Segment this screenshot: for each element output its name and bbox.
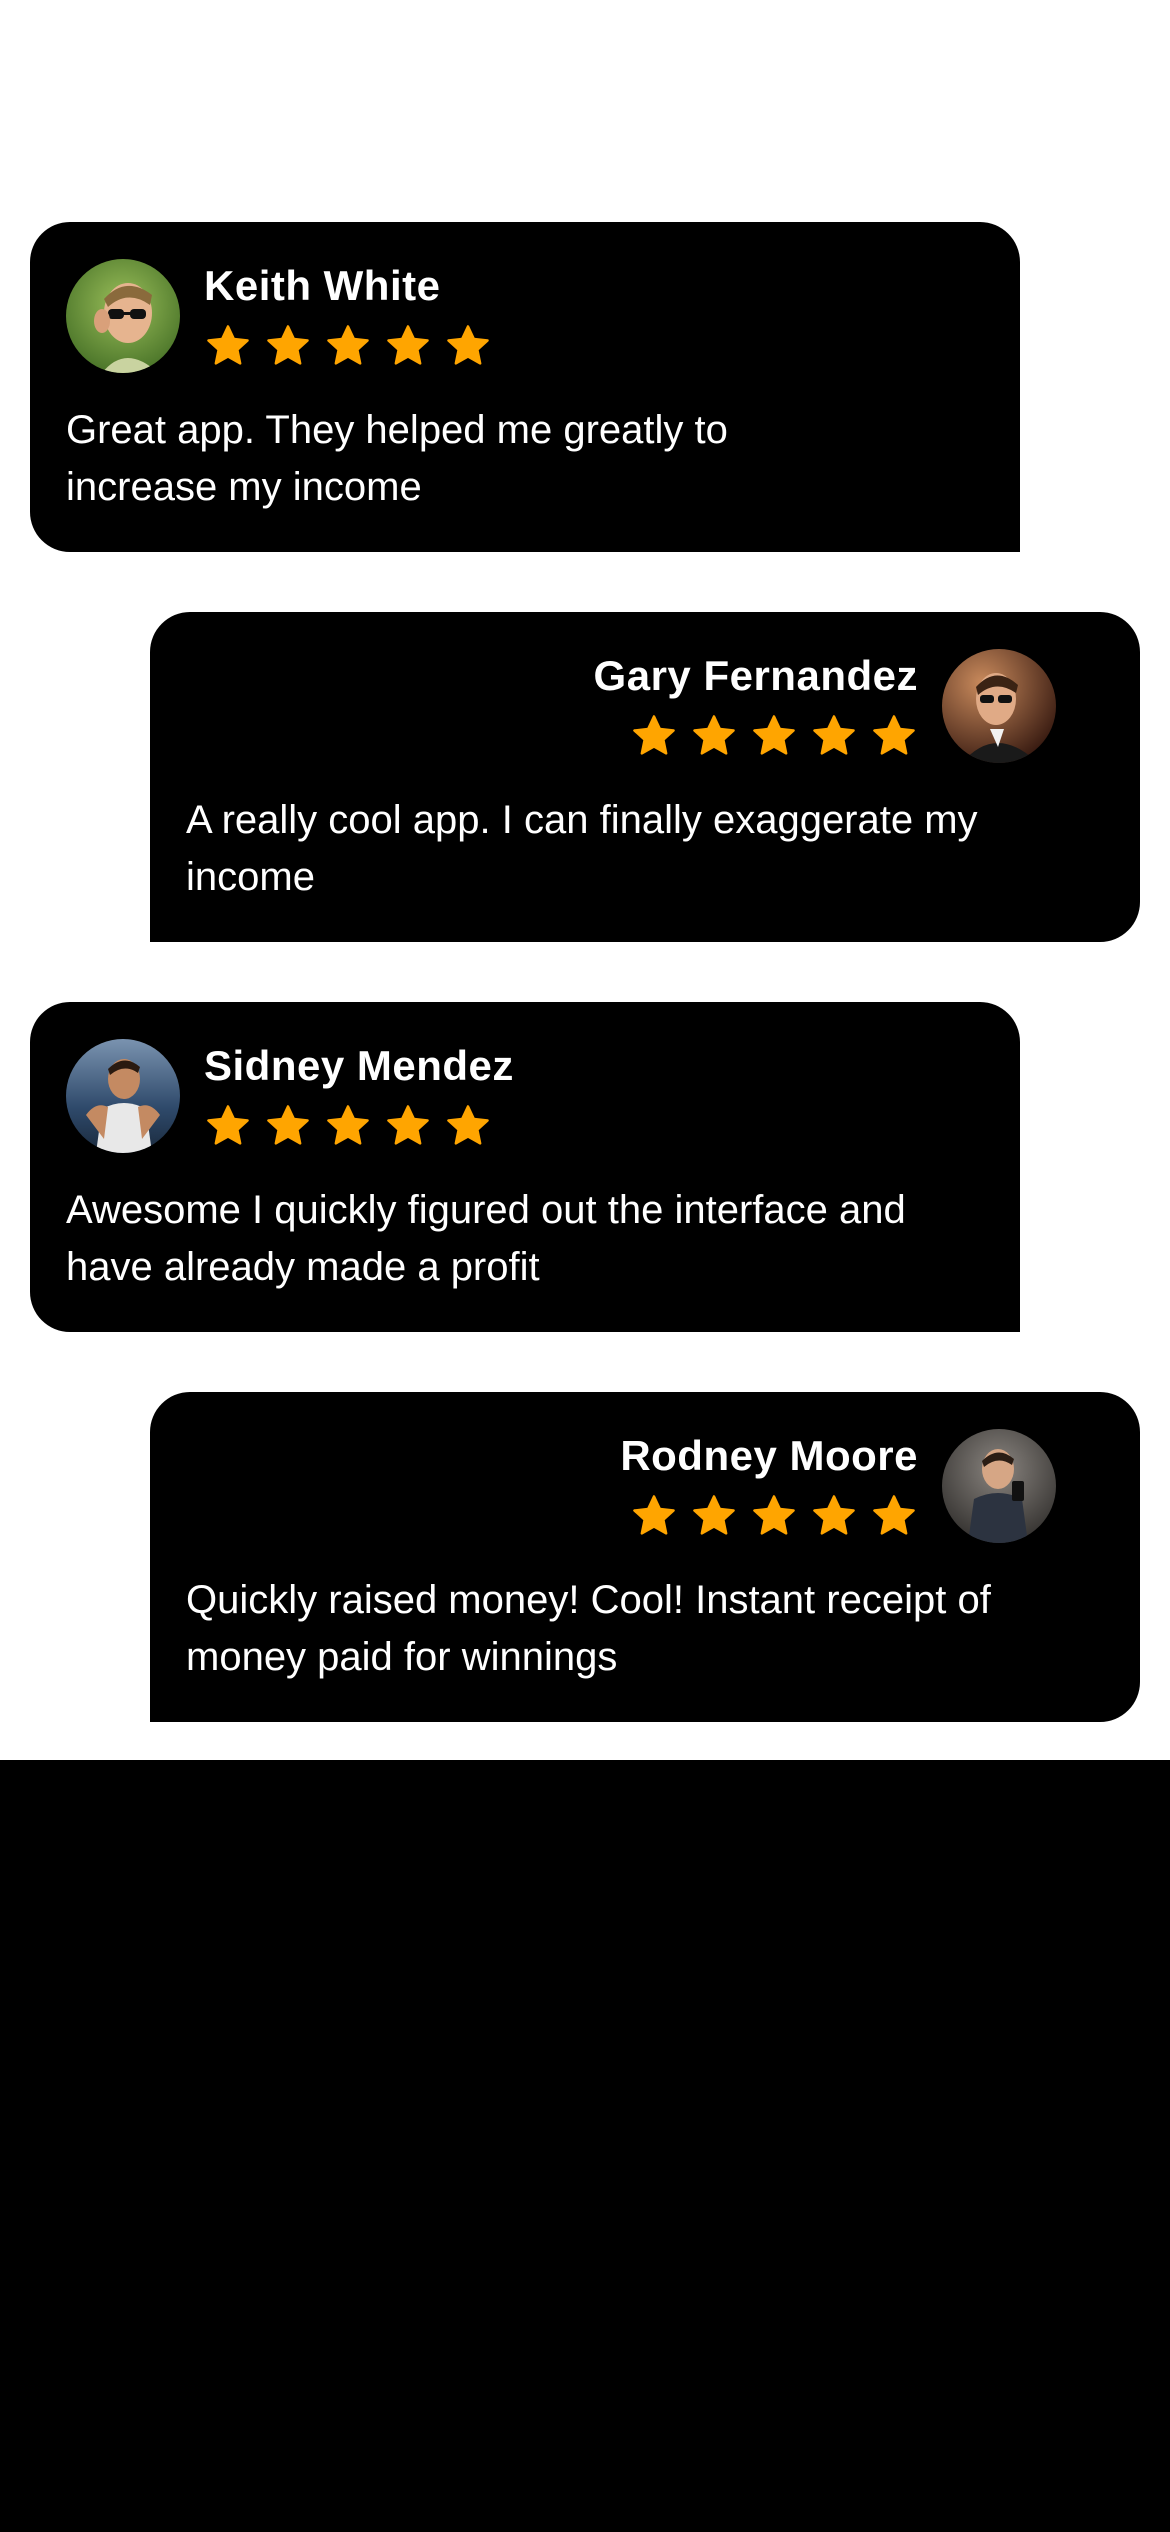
star-icon: [447, 1105, 489, 1145]
review-card-keith-white: Keith White Great app. They helped me gr…: [30, 222, 1020, 552]
review-card-sidney-mendez: Sidney Mendez Awesome I quickly figured …: [30, 1002, 1020, 1332]
star-icon: [267, 325, 309, 365]
avatar-photo-icon: [942, 1429, 1056, 1543]
star-rating: [630, 1492, 918, 1540]
star-icon: [813, 715, 855, 755]
star-icon: [693, 1495, 735, 1535]
review-text: Awesome I quickly figured out the interf…: [66, 1188, 906, 1289]
star-icon: [633, 1495, 675, 1535]
review-header: Keith White: [66, 258, 492, 374]
star-icon: [873, 715, 915, 755]
star-icon: [267, 1105, 309, 1145]
avatar: [66, 1039, 180, 1153]
reviewer-name: Keith White: [204, 262, 441, 309]
reviewer-identity: Sidney Mendez: [204, 1042, 514, 1150]
footer-block: [0, 1760, 1170, 2532]
avatar: [66, 259, 180, 373]
avatar-photo-icon: [66, 259, 180, 373]
reviews-page: Keith White Great app. They helped me gr…: [0, 0, 1170, 2532]
review-card-gary-fernandez: Gary Fernandez A really cool app. I can …: [150, 612, 1140, 942]
avatar-photo-icon: [942, 649, 1056, 763]
star-icon: [693, 715, 735, 755]
star-icon: [633, 715, 675, 755]
star-icon: [447, 325, 489, 365]
star-icon: [327, 1105, 369, 1145]
star-icon: [873, 1495, 915, 1535]
star-rating: [630, 712, 918, 760]
reviewer-name: Rodney Moore: [620, 1432, 918, 1479]
star-icon: [753, 715, 795, 755]
review-text: A really cool app. I can finally exagger…: [186, 798, 978, 899]
review-text: Great app. They helped me greatly to inc…: [66, 408, 728, 509]
star-icon: [387, 325, 429, 365]
avatar: [942, 1429, 1056, 1543]
star-icon: [753, 1495, 795, 1535]
review-header: Rodney Moore: [620, 1428, 1056, 1544]
review-text: Quickly raised money! Cool! Instant rece…: [186, 1578, 991, 1679]
review-header: Gary Fernandez: [594, 648, 1056, 764]
review-header: Sidney Mendez: [66, 1038, 514, 1154]
star-icon: [327, 325, 369, 365]
star-icon: [813, 1495, 855, 1535]
review-card-rodney-moore: Rodney Moore Quickly raised money! Cool!…: [150, 1392, 1140, 1722]
star-icon: [387, 1105, 429, 1145]
reviewer-name: Gary Fernandez: [593, 652, 918, 699]
avatar: [942, 649, 1056, 763]
reviewer-identity: Rodney Moore: [620, 1432, 918, 1540]
reviewer-name: Sidney Mendez: [204, 1042, 514, 1089]
star-rating: [204, 1102, 514, 1150]
avatar-photo-icon: [66, 1039, 180, 1153]
star-rating: [204, 322, 492, 370]
reviewer-identity: Keith White: [204, 262, 492, 370]
star-icon: [207, 325, 249, 365]
reviewer-identity: Gary Fernandez: [594, 652, 918, 760]
star-icon: [207, 1105, 249, 1145]
